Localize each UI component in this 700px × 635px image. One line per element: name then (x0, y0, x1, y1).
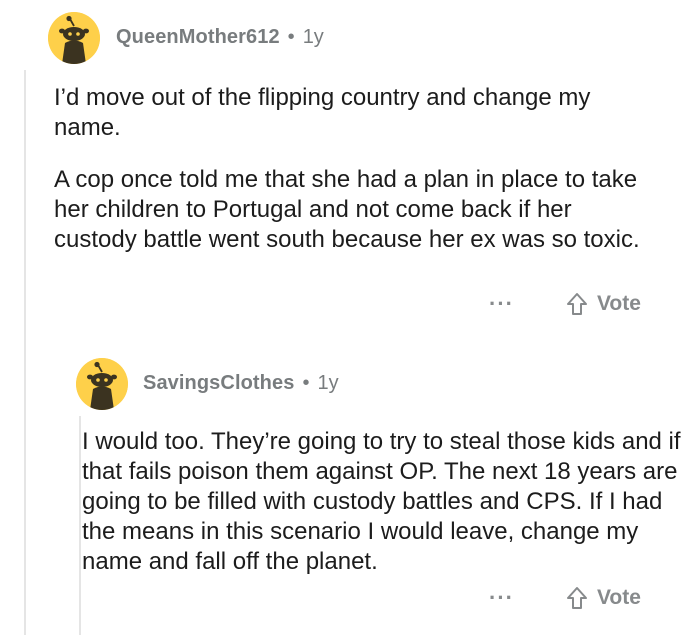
comment-body: I would too. They’re going to try to ste… (82, 427, 682, 577)
avatar[interactable] (76, 358, 128, 410)
thread-line[interactable] (24, 70, 26, 635)
comment-paragraph: A cop once told me that she had a plan i… (54, 166, 640, 253)
avatar[interactable] (48, 12, 100, 64)
vote-button[interactable]: Vote (566, 292, 641, 316)
reply-thread-line[interactable] (79, 416, 81, 635)
more-options-button[interactable]: ··· (489, 293, 514, 315)
comment-meta: SavingsClothes • 1y (143, 372, 339, 395)
author-name[interactable]: QueenMother612 (116, 26, 280, 49)
comment-actions: ··· Vote (489, 586, 641, 610)
more-options-button[interactable]: ··· (489, 587, 514, 609)
snoo-avatar-icon (48, 12, 100, 64)
snoo-avatar-icon (76, 358, 128, 410)
comment-body: I’d move out of the flipping country and… (54, 83, 654, 255)
comment-paragraph: I’d move out of the flipping country and… (54, 84, 591, 141)
comment-age[interactable]: 1y (303, 26, 324, 49)
vote-button[interactable]: Vote (566, 586, 641, 610)
vote-label: Vote (596, 586, 641, 609)
upvote-arrow-icon (566, 587, 587, 609)
comment-meta: QueenMother612 • 1y (116, 26, 324, 49)
meta-separator: • (287, 26, 295, 48)
vote-label: Vote (596, 292, 641, 315)
upvote-arrow-icon (566, 293, 587, 315)
comment-paragraph: I would too. They’re going to try to ste… (82, 428, 681, 575)
comment-actions: ··· Vote (489, 292, 641, 316)
meta-separator: • (302, 372, 310, 394)
author-name[interactable]: SavingsClothes (143, 372, 294, 395)
comment-age[interactable]: 1y (317, 372, 338, 395)
